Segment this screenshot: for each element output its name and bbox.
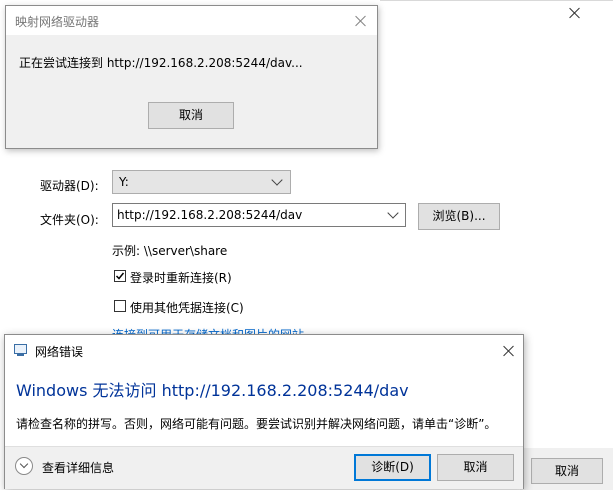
reconnect-checkbox[interactable]	[114, 270, 126, 282]
diagnose-button[interactable]: 诊断(D)	[354, 454, 431, 481]
connecting-cancel-label: 取消	[178, 108, 203, 122]
drive-select[interactable]: Y:	[112, 170, 291, 194]
other-credentials-checkbox[interactable]	[114, 300, 126, 312]
reconnect-label[interactable]: 登录时重新连接(R)	[130, 269, 232, 286]
wizard-cancel-label: 取消	[554, 464, 579, 478]
connecting-message: 正在尝试连接到 http://192.168.2.208:5244/dav...	[19, 56, 303, 70]
drive-label: 驱动器(D):	[40, 179, 99, 193]
browse-button-label: 浏览(B)...	[432, 209, 486, 223]
network-error-icon	[14, 344, 30, 358]
checkmark-icon	[115, 272, 125, 280]
error-dialog-footer: 查看详细信息 诊断(D) 取消	[5, 446, 523, 489]
error-body: 请检查名称的拼写。否则，网络可能有问题。要尝试识别并解决网络问题，请单击“诊断”…	[16, 417, 497, 431]
connecting-dialog-titlebar: 映射网络驱动器	[6, 6, 377, 35]
chevron-down-icon	[387, 207, 399, 219]
diagnose-label: 诊断(D)	[371, 460, 414, 474]
folder-input-value: http://192.168.2.208:5244/dav	[117, 208, 303, 222]
drive-select-value: Y:	[119, 175, 129, 189]
close-icon[interactable]	[503, 345, 515, 357]
network-error-dialog: 网络错误 Windows 无法访问 http://192.168.2.208:5…	[4, 334, 524, 489]
connecting-cancel-button[interactable]: 取消	[148, 102, 234, 129]
connecting-dialog-title: 映射网络驱动器	[15, 15, 100, 29]
details-label: 查看详细信息	[42, 461, 115, 475]
example-text: 示例: \\server\share	[112, 244, 228, 258]
error-cancel-button[interactable]: 取消	[437, 454, 514, 481]
chevron-down-icon	[271, 174, 283, 186]
error-dialog-title: 网络错误	[35, 345, 84, 359]
folder-combobox[interactable]: http://192.168.2.208:5244/dav	[112, 203, 406, 227]
close-icon[interactable]	[355, 15, 367, 27]
folder-label: 文件夹(O):	[40, 213, 99, 227]
details-toggle[interactable]: 查看详细信息	[15, 457, 135, 477]
wizard-cancel-button[interactable]: 取消	[531, 458, 603, 484]
error-heading: Windows 无法访问 http://192.168.2.208:5244/d…	[16, 381, 409, 400]
window-close-icon[interactable]	[568, 6, 582, 20]
error-cancel-label: 取消	[463, 460, 488, 474]
chevron-down-circle-icon	[15, 457, 33, 475]
other-credentials-label[interactable]: 使用其他凭据连接(C)	[130, 299, 244, 316]
browse-button[interactable]: 浏览(B)...	[418, 203, 500, 230]
connecting-dialog: 映射网络驱动器 正在尝试连接到 http://192.168.2.208:524…	[5, 5, 378, 149]
wizard-title-underline	[380, 0, 613, 1]
